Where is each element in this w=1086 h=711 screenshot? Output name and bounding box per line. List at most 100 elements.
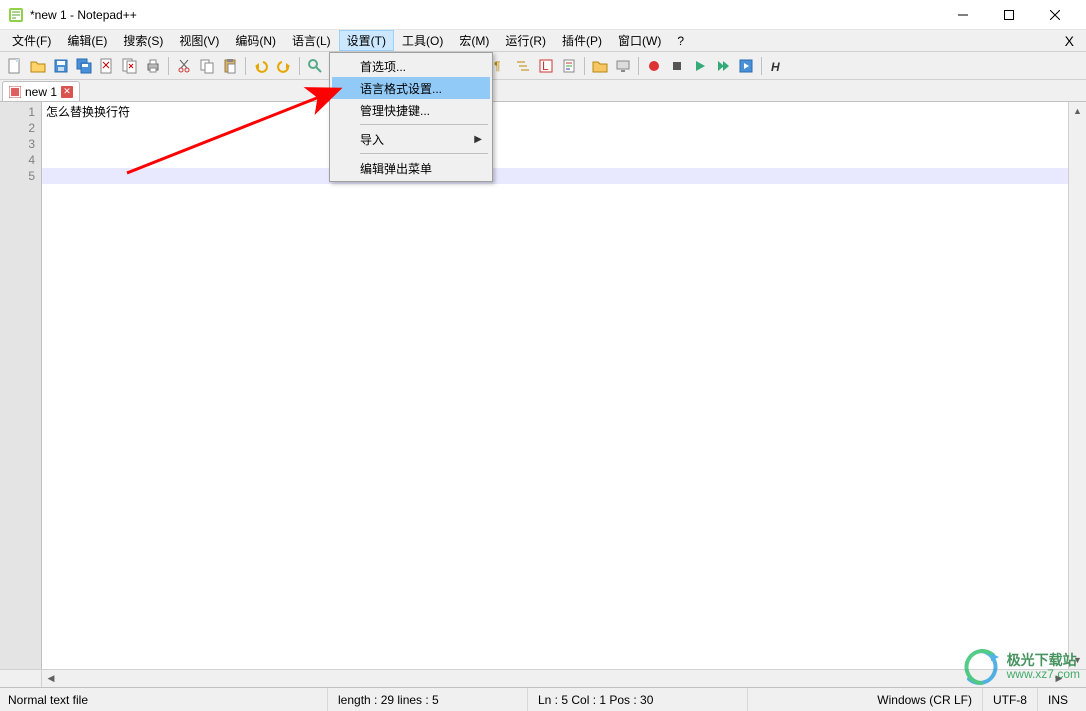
close-icon[interactable] <box>96 55 118 77</box>
status-position: Ln : 5 Col : 1 Pos : 30 <box>528 688 748 711</box>
menu-item-12[interactable]: ? <box>669 30 692 51</box>
editor-line: 怎么替换换行符 <box>46 104 1064 120</box>
menu-separator <box>360 124 488 125</box>
status-file-type: Normal text file <box>8 688 328 711</box>
window-controls <box>940 0 1078 30</box>
cut-icon[interactable] <box>173 55 195 77</box>
tab-label: new 1 <box>25 85 57 99</box>
svg-text:H: H <box>771 60 780 74</box>
record-macro-icon[interactable] <box>643 55 665 77</box>
monitor-icon[interactable] <box>612 55 634 77</box>
text-editor[interactable]: 怎么替换换行符 <box>42 102 1068 669</box>
submenu-arrow-icon: ▶ <box>474 134 482 145</box>
save-macro-icon[interactable] <box>735 55 757 77</box>
file-tab[interactable]: new 1 ✕ <box>2 81 80 101</box>
window-title: *new 1 - Notepad++ <box>30 8 940 22</box>
menu-item-9[interactable]: 运行(R) <box>497 30 554 51</box>
toolbar: ¶ L H <box>0 52 1086 80</box>
dropdown-item-4[interactable]: 导入▶ <box>332 128 490 150</box>
toolbar-separator <box>638 57 639 75</box>
line-number: 5 <box>0 168 35 184</box>
scroll-corner <box>1068 670 1086 687</box>
hscroll-track[interactable] <box>60 670 1050 687</box>
dropdown-item-0[interactable]: 首选项... <box>332 55 490 77</box>
line-number: 1 <box>0 104 35 120</box>
menu-item-5[interactable]: 语言(L) <box>284 30 339 51</box>
status-bar: Normal text file length : 29 lines : 5 L… <box>0 687 1086 711</box>
menu-item-3[interactable]: 视图(V) <box>171 30 227 51</box>
editor-line <box>46 136 1064 152</box>
play-multi-icon[interactable] <box>712 55 734 77</box>
menubar-close-x[interactable]: X <box>1057 30 1082 51</box>
scroll-up-arrow-icon[interactable]: ▲ <box>1069 102 1086 120</box>
stop-macro-icon[interactable] <box>666 55 688 77</box>
menu-item-4[interactable]: 编码(N) <box>227 30 284 51</box>
new-file-icon[interactable] <box>4 55 26 77</box>
editor-line <box>46 152 1064 168</box>
dropdown-item-1[interactable]: 语言格式设置... <box>332 77 490 99</box>
editor-area: 12345 怎么替换换行符 ▲ ▼ <box>0 102 1086 669</box>
menu-item-10[interactable]: 插件(P) <box>554 30 610 51</box>
header-icon[interactable]: H <box>766 55 788 77</box>
settings-dropdown-menu: 首选项...语言格式设置...管理快捷键... 导入▶ 编辑弹出菜单 <box>329 52 493 182</box>
menu-bar: 文件(F)编辑(E)搜索(S)视图(V)编码(N)语言(L)设置(T)工具(O)… <box>0 30 1086 52</box>
doc-map-icon[interactable] <box>558 55 580 77</box>
svg-text:L: L <box>542 59 549 73</box>
scroll-down-arrow-icon[interactable]: ▼ <box>1069 651 1086 669</box>
horizontal-scrollbar[interactable]: ◀ ▶ <box>0 669 1086 687</box>
play-macro-icon[interactable] <box>689 55 711 77</box>
close-all-icon[interactable] <box>119 55 141 77</box>
menu-item-1[interactable]: 编辑(E) <box>59 30 115 51</box>
indent-guide-icon[interactable] <box>512 55 534 77</box>
scroll-left-arrow-icon[interactable]: ◀ <box>42 670 60 687</box>
redo-icon[interactable] <box>273 55 295 77</box>
line-number: 3 <box>0 136 35 152</box>
menu-item-8[interactable]: 宏(M) <box>451 30 497 51</box>
toolbar-separator <box>245 57 246 75</box>
line-number: 2 <box>0 120 35 136</box>
toolbar-separator <box>584 57 585 75</box>
lang-icon[interactable]: L <box>535 55 557 77</box>
open-file-icon[interactable] <box>27 55 49 77</box>
menu-item-7[interactable]: 工具(O) <box>394 30 451 51</box>
status-length: length : 29 lines : 5 <box>328 688 528 711</box>
vscroll-track[interactable] <box>1069 120 1086 651</box>
title-bar: *new 1 - Notepad++ <box>0 0 1086 30</box>
dropdown-item-2[interactable]: 管理快捷键... <box>332 99 490 121</box>
line-number: 4 <box>0 152 35 168</box>
paste-icon[interactable] <box>219 55 241 77</box>
menu-item-11[interactable]: 窗口(W) <box>610 30 669 51</box>
status-encoding[interactable]: UTF-8 <box>983 688 1038 711</box>
file-dirty-icon <box>9 86 21 98</box>
folder-icon[interactable] <box>589 55 611 77</box>
save-icon[interactable] <box>50 55 72 77</box>
save-all-icon[interactable] <box>73 55 95 77</box>
scroll-right-arrow-icon[interactable]: ▶ <box>1050 670 1068 687</box>
close-window-button[interactable] <box>1032 0 1078 30</box>
copy-icon[interactable] <box>196 55 218 77</box>
editor-line <box>46 168 1064 184</box>
menu-item-2[interactable]: 搜索(S) <box>115 30 171 51</box>
app-icon <box>8 7 24 23</box>
menu-separator <box>360 153 488 154</box>
maximize-button[interactable] <box>986 0 1032 30</box>
tab-close-button[interactable]: ✕ <box>61 86 73 98</box>
line-number-gutter: 12345 <box>0 102 42 669</box>
toolbar-separator <box>299 57 300 75</box>
svg-text:¶: ¶ <box>494 59 500 73</box>
toolbar-separator <box>168 57 169 75</box>
print-icon[interactable] <box>142 55 164 77</box>
menu-item-6[interactable]: 设置(T) <box>339 30 394 51</box>
undo-icon[interactable] <box>250 55 272 77</box>
status-mode[interactable]: INS <box>1038 688 1078 711</box>
find-icon[interactable] <box>304 55 326 77</box>
tab-bar: new 1 ✕ <box>0 80 1086 102</box>
hscroll-gutter-spacer <box>0 670 42 687</box>
toolbar-separator <box>761 57 762 75</box>
vertical-scrollbar[interactable]: ▲ ▼ <box>1068 102 1086 669</box>
dropdown-item-6[interactable]: 编辑弹出菜单 <box>332 157 490 179</box>
editor-line <box>46 120 1064 136</box>
status-eol[interactable]: Windows (CR LF) <box>867 688 983 711</box>
menu-item-0[interactable]: 文件(F) <box>4 30 59 51</box>
minimize-button[interactable] <box>940 0 986 30</box>
